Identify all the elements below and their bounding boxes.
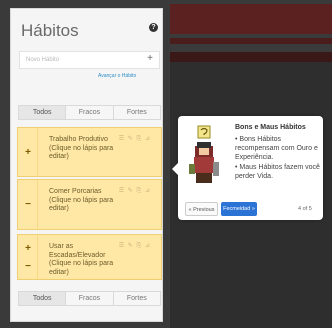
divider	[37, 235, 38, 279]
divider	[37, 128, 38, 176]
tab-todos[interactable]: Todos	[18, 291, 66, 306]
tour-popover: Bons e Maus Hábitos • Bons Hábitos recom…	[172, 116, 323, 220]
panel-title: Hábitos	[21, 21, 79, 40]
filter-tabs-top: Todos Fracos Fortes	[18, 105, 161, 120]
tab-fortes[interactable]: Fortes	[112, 291, 161, 306]
nav-strip-lower	[170, 52, 332, 62]
tab-todos[interactable]: Todos	[18, 105, 66, 120]
tab-fracos[interactable]: Fracos	[65, 105, 113, 120]
previous-button[interactable]: « Previous	[185, 202, 218, 216]
habit-item: + − Usar as Escadas/Elevador (Clique no …	[17, 234, 162, 280]
tab-fracos[interactable]: Fracos	[65, 291, 113, 306]
plus-button[interactable]: +	[20, 241, 36, 257]
popover-body: • Bons Hábitos recompensam com Ouro e Ex…	[235, 135, 323, 182]
habit-controls-icons[interactable]: ☰ ✎ ⎘ ⊿	[119, 187, 151, 195]
popover-bullet: • Maus Hábitos fazem você perder Vida.	[235, 164, 320, 180]
advanced-link[interactable]: Avançar o Hábito	[98, 73, 136, 79]
guide-character-icon	[189, 125, 219, 183]
habit-item: − Comer Porcarias (Clique no lápis para …	[17, 179, 162, 230]
popover-arrow	[172, 163, 178, 175]
next-button[interactable]: Fecmeidad »	[221, 202, 257, 216]
new-habit-input[interactable]: Novo Hábito +	[19, 51, 160, 69]
plus-icon[interactable]: +	[147, 53, 153, 64]
tab-fortes[interactable]: Fortes	[112, 105, 161, 120]
habit-text: Trabalho Produtivo (Clique no lápis para…	[49, 136, 114, 160]
step-counter: 4 of 5	[298, 206, 312, 212]
minus-button[interactable]: −	[20, 259, 36, 275]
habit-text: Comer Porcarias (Clique no lápis para ed…	[49, 188, 114, 212]
new-habit-placeholder: Novo Hábito	[26, 57, 60, 63]
filter-tabs-bottom: Todos Fracos Fortes	[18, 291, 161, 306]
plus-button[interactable]: +	[20, 145, 36, 161]
popover-title: Bons e Maus Hábitos	[235, 124, 306, 131]
divider	[37, 180, 38, 229]
habit-controls-icons[interactable]: ☰ ✎ ⎘ ⊿	[119, 242, 151, 250]
habits-panel: Hábitos ? Novo Hábito + Avançar o Hábito…	[10, 8, 163, 322]
minus-button[interactable]: −	[20, 197, 36, 213]
habit-text: Usar as Escadas/Elevador (Clique no lápi…	[49, 243, 114, 276]
popover-bullet: • Bons Hábitos recompensam com Ouro e Ex…	[235, 136, 318, 161]
header-background	[170, 4, 332, 34]
question-icon[interactable]: ?	[149, 23, 158, 32]
nav-strip	[170, 38, 332, 44]
habit-item: + Trabalho Produtivo (Clique no lápis pa…	[17, 127, 162, 177]
habit-controls-icons[interactable]: ☰ ✎ ⎘ ⊿	[119, 135, 151, 143]
